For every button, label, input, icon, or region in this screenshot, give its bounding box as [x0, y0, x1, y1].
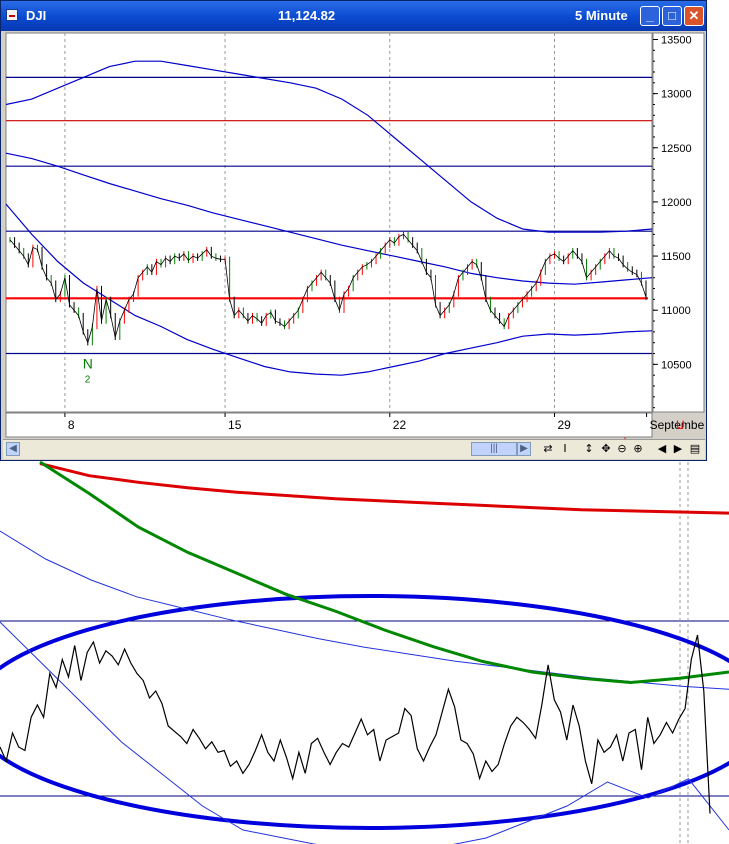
last-price-label: 11,124.82 [278, 8, 336, 23]
scrollbar[interactable]: ◀ ||| ▶ ⇄ I ↕ ✥ ⊖ ⊕ ◀ ▶ ▤ [3, 439, 705, 459]
y-tick-label: 13000 [661, 89, 692, 101]
scroll-right-button[interactable]: ▶ [517, 442, 531, 456]
minimize-button[interactable]: _ [640, 6, 660, 26]
move-icon[interactable]: ✥ [599, 441, 613, 457]
close-button[interactable]: ✕ [684, 6, 704, 26]
maximize-button[interactable]: □ [662, 6, 682, 26]
app-icon[interactable] [6, 9, 18, 21]
y-tick-label: 12500 [661, 143, 692, 155]
marker-number: 2 [85, 375, 91, 386]
oscillator-blue-line [0, 530, 729, 690]
y-tick-label: 11000 [661, 305, 691, 317]
symbol-label: DJI [26, 8, 47, 23]
oscillator-red-line [39, 462, 729, 515]
zoom-in-icon[interactable]: ⊕ [631, 441, 645, 457]
interval-label: 5 Minute [575, 8, 628, 23]
ellipse-envelope [0, 594, 729, 830]
oscillator-black-line [0, 634, 711, 814]
x-tick-label: 29 [557, 418, 571, 432]
page-right-icon[interactable]: ▶ [671, 441, 685, 457]
y-tick-label: 12000 [661, 197, 692, 209]
zoom-out-icon[interactable]: ⊖ [615, 441, 629, 457]
scroll-left-button[interactable]: ◀ [6, 442, 20, 456]
y-tick-label: 11500 [661, 251, 691, 263]
plot-area [5, 32, 653, 413]
x-tick-label: 8 [68, 418, 75, 432]
cursor-icon[interactable]: I [558, 441, 572, 457]
u-marker: U [676, 418, 685, 432]
y-tick-label: 10500 [661, 359, 692, 371]
marker-letter: N [83, 356, 93, 372]
scroll-thumb[interactable]: ||| [471, 442, 517, 456]
oscillator-blue-lower-line [0, 621, 729, 844]
y-tick-label: 13500 [661, 34, 692, 46]
vertical-resize-icon[interactable]: ↕ [582, 441, 596, 457]
title-bar[interactable]: DJI 11,124.82 5 Minute _ □ ✕ [1, 1, 706, 31]
oscillator-green-line [39, 460, 729, 685]
page-left-icon[interactable]: ◀ [655, 441, 669, 457]
x-tick-label: 22 [393, 418, 407, 432]
scroll-icon[interactable]: ⇄ [541, 441, 555, 457]
x-axis-area [5, 412, 653, 438]
x-tick-label: 15 [228, 418, 242, 432]
price-chart[interactable]: N 2 10500 11000 11500 12000 12500 13000 13500 8 15… [3, 31, 705, 439]
chart-window: DJI 11,124.82 5 Minute _ □ ✕ N 2 10500 1100… [0, 0, 707, 461]
panel-icon[interactable]: ▤ [688, 441, 702, 457]
scroll-track[interactable] [21, 442, 518, 456]
